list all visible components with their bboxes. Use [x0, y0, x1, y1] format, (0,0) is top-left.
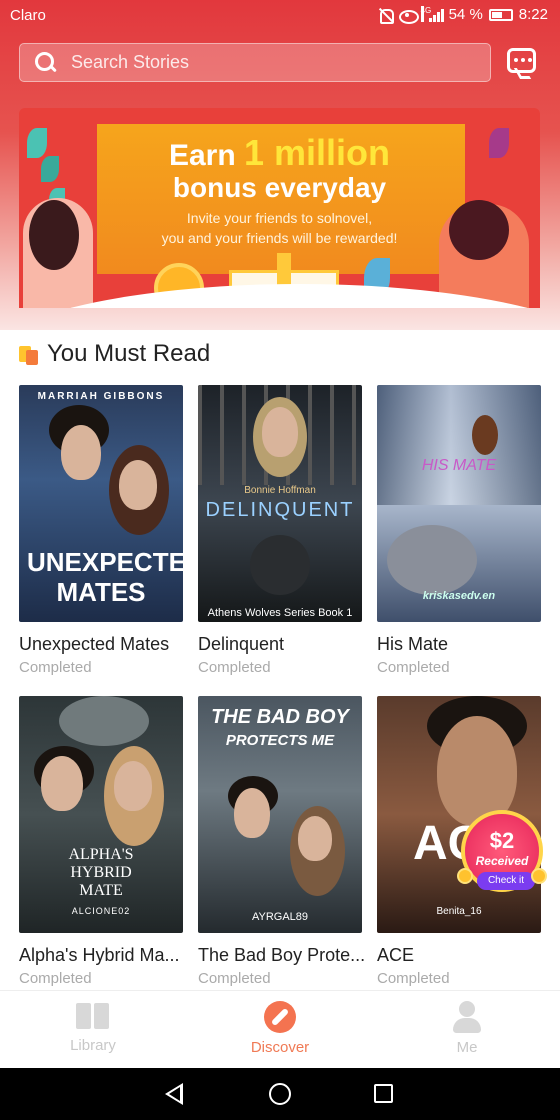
- back-icon[interactable]: [165, 1083, 183, 1105]
- network-label: 4G: [420, 5, 431, 22]
- cover-art: [262, 407, 298, 457]
- library-icon: [76, 1001, 110, 1031]
- nav-library[interactable]: Library: [33, 1001, 153, 1054]
- cover-art: [377, 385, 541, 505]
- book-card[interactable]: ALPHA'S HYBRID MATE ALCIONE02 Alpha's Hy…: [19, 696, 183, 987]
- book-status: Completed: [198, 970, 271, 987]
- hair-illustration: [29, 200, 79, 270]
- books-icon: [19, 344, 39, 365]
- cover-art: [472, 415, 498, 455]
- book-title[interactable]: The Bad Boy Prote...: [198, 945, 365, 966]
- bottom-nav: Library Discover Me: [0, 990, 560, 1068]
- reward-amount: $2: [489, 828, 515, 853]
- cover-art: [61, 425, 101, 480]
- carrier-label: Claro: [10, 7, 46, 24]
- book-cover[interactable]: THE BAD BOY PROTECTS ME AYRGAL89: [198, 696, 362, 933]
- nav-discover[interactable]: Discover: [220, 1001, 340, 1056]
- mute-icon: [377, 7, 394, 24]
- cover-art: [234, 788, 270, 838]
- check-it-button[interactable]: Check it: [477, 872, 535, 890]
- banner-title-prefix: Earn: [168, 139, 236, 172]
- book-cover[interactable]: ALPHA'S HYBRID MATE ALCIONE02: [19, 696, 183, 933]
- banner-title-line2: bonus everyday: [172, 172, 387, 203]
- status-bar: Claro 4G 54 % 8:22: [0, 0, 560, 34]
- reward-badge[interactable]: $2 Received Check it: [457, 810, 547, 892]
- book-status: Completed: [19, 659, 92, 676]
- recent-apps-icon[interactable]: [374, 1084, 393, 1103]
- cover-subtitle: PROTECTS ME: [225, 732, 335, 749]
- nav-label: Me: [456, 1039, 478, 1056]
- book-cover[interactable]: HIS MATE kriskasedv.en: [377, 385, 541, 622]
- book-card[interactable]: Bonnie Hoffman DELINQUENT Athens Wolves …: [198, 385, 362, 676]
- nav-label: Library: [70, 1037, 116, 1054]
- cover-art: [119, 460, 157, 510]
- cover-title: UNEXPECTED MATES: [27, 547, 183, 607]
- coin-icon: [531, 868, 547, 884]
- banner-title-highlight: 1 million: [244, 132, 391, 173]
- cover-title: THE BAD BOY: [211, 706, 349, 728]
- book-cover[interactable]: Bonnie Hoffman DELINQUENT Athens Wolves …: [198, 385, 362, 622]
- search-bar[interactable]: [19, 43, 491, 82]
- eye-comfort-icon: [398, 7, 419, 24]
- book-status: Completed: [19, 970, 92, 987]
- cover-art: [41, 756, 83, 811]
- coin-icon: [457, 868, 473, 884]
- clock: 8:22: [518, 6, 548, 23]
- cover-title: HIS MATE: [421, 457, 497, 474]
- compass-icon: [264, 1001, 296, 1033]
- cover-title: ALPHA'S HYBRID MATE: [68, 846, 134, 899]
- book-title[interactable]: Delinquent: [198, 634, 362, 655]
- message-icon[interactable]: [507, 48, 536, 73]
- home-icon[interactable]: [269, 1083, 291, 1105]
- search-icon: [35, 51, 57, 74]
- cover-author: ALCIONE02: [71, 906, 131, 916]
- cover-title: DELINQUENT: [205, 499, 355, 521]
- cover-series: Athens Wolves Series Book 1: [207, 607, 353, 619]
- cover-art: [387, 525, 477, 595]
- reward-label: Received: [475, 854, 529, 868]
- banner-title: Earn 1 million: [19, 135, 540, 173]
- book-title[interactable]: Alpha's Hybrid Ma...: [19, 945, 183, 966]
- signal-icon: 4G: [420, 5, 444, 23]
- person-icon: [451, 1001, 483, 1033]
- cover-author: AYRGAL89: [251, 911, 309, 923]
- cover-author: Bonnie Hoffman: [244, 485, 316, 496]
- promo-banner[interactable]: Earn 1 million bonus everyday Invite you…: [19, 108, 540, 308]
- system-nav-bar: [0, 1068, 560, 1120]
- book-status: Completed: [198, 659, 271, 676]
- book-title[interactable]: ACE: [377, 945, 541, 966]
- battery-icon: [488, 8, 513, 21]
- hair-illustration: [449, 200, 509, 260]
- cover-art: [250, 535, 310, 595]
- cover-art: [114, 761, 152, 811]
- battery-percent: 54 %: [448, 6, 483, 23]
- cover-author: MARRIAH GIBBONS: [37, 391, 165, 402]
- book-card[interactable]: HIS MATE kriskasedv.en His Mate Complete…: [377, 385, 541, 676]
- section-title-text: You Must Read: [47, 340, 211, 367]
- nav-me[interactable]: Me: [407, 1001, 527, 1056]
- status-icons: 4G 54 % 8:22: [377, 5, 548, 24]
- book-title[interactable]: His Mate: [377, 634, 541, 655]
- book-cover[interactable]: MARRIAH GIBBONS UNEXPECTED MATES: [19, 385, 183, 622]
- search-input[interactable]: [71, 52, 451, 73]
- cover-art: [298, 816, 332, 861]
- cover-art: [59, 696, 149, 746]
- cover-author: kriskasedv.en: [422, 590, 496, 602]
- cover-author: Benita_16: [436, 906, 482, 917]
- book-title[interactable]: Unexpected Mates: [19, 634, 183, 655]
- book-card[interactable]: THE BAD BOY PROTECTS ME AYRGAL89 The Bad…: [198, 696, 365, 987]
- nav-label: Discover: [250, 1039, 310, 1056]
- book-card[interactable]: MARRIAH GIBBONS UNEXPECTED MATES Unexpec…: [19, 385, 183, 676]
- book-status: Completed: [377, 659, 450, 676]
- book-status: Completed: [377, 970, 450, 987]
- section-title: You Must Read: [19, 340, 210, 368]
